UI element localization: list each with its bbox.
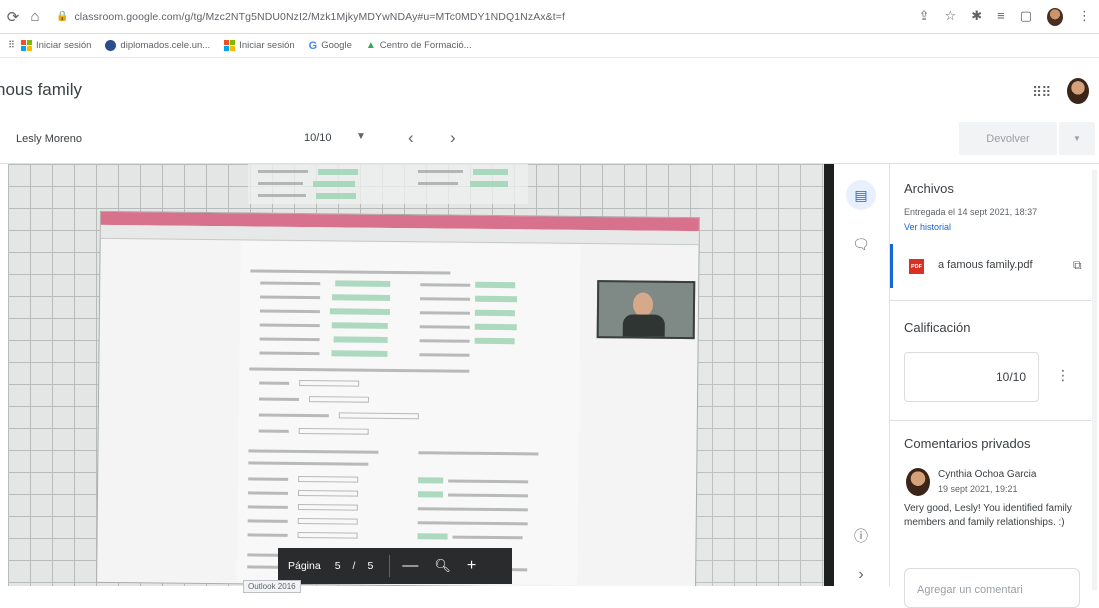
history-link[interactable]: Ver historial [904, 222, 951, 232]
bookmarks-bar: ⠿ Iniciar sesión diplomados.cele.un... I… [0, 34, 1099, 58]
attachment-name[interactable]: a famous family.pdf [938, 259, 1033, 271]
extensions-icon[interactable]: ✱ [971, 8, 982, 26]
bookmark-item[interactable]: Iniciar sesión [20, 40, 91, 51]
microsoft-icon [224, 40, 236, 51]
pdf-page-controls: Página 5 / 5 — 🔍︎ + [278, 548, 512, 584]
reading-list-icon[interactable]: ≡ [997, 8, 1005, 26]
site-icon: ▲ [365, 40, 376, 51]
url-text[interactable]: classroom.google.com/g/tg/Mzc2NTg5NDU0Nz… [74, 11, 565, 23]
site-icon [105, 40, 117, 51]
student-grade[interactable]: 10/10 [304, 132, 332, 144]
comment-text: Very good, Lesly! You identified family … [904, 503, 1072, 528]
student-name[interactable]: Lesly Moreno [16, 133, 82, 145]
share-icon[interactable]: ⇪ [919, 8, 930, 26]
comment-author: Cynthia Ochoa Garcia [938, 469, 1037, 480]
reload-icon[interactable]: ⟳ [2, 8, 24, 26]
document-photo [96, 210, 700, 586]
open-external-icon[interactable]: ⧉ [1073, 258, 1082, 273]
bookmark-item[interactable]: diplomados.cele.un... [105, 40, 210, 51]
page-title: nous family [0, 80, 82, 99]
microsoft-icon [20, 40, 32, 51]
bookmark-star-icon[interactable]: ☆ [945, 8, 957, 26]
total-pages: 5 [367, 560, 374, 572]
help-icon[interactable]: ⓘ [850, 526, 872, 546]
comments-title: Comentarios privados [904, 436, 1031, 451]
account-avatar[interactable] [1067, 78, 1089, 104]
home-icon[interactable]: ⌂ [24, 8, 46, 25]
apps-shortcut-icon[interactable]: ⠿ [8, 40, 15, 51]
profile-avatar[interactable] [1047, 8, 1063, 26]
current-page[interactable]: 5 [335, 560, 341, 572]
bookmark-item[interactable]: ▲ Centro de Formació... [366, 40, 472, 51]
submission-date: Entregada el 14 sept 2021, 18:37 [904, 207, 1038, 217]
classroom-header: nous family ⠿⠿ [0, 58, 1099, 120]
tab-search-icon[interactable]: ▢ [1020, 8, 1032, 26]
document-list-icon: ▤ [854, 186, 868, 203]
google-icon: G [308, 39, 318, 52]
collapse-panel-icon[interactable]: › [850, 566, 872, 584]
files-tab[interactable]: ▤ [846, 180, 876, 210]
pdf-icon: PDF [909, 259, 924, 274]
page-separator: / [352, 560, 356, 572]
submission-panel: Archivos Entregada el 14 sept 2021, 18:3… [890, 164, 1099, 608]
zoom-out-button[interactable]: — [402, 558, 418, 574]
grade-value: 10/10 [995, 370, 1026, 384]
zoom-in-button[interactable]: + [467, 558, 476, 574]
page-label: Página [288, 560, 321, 572]
grading-toolbar: Lesly Moreno 10/10 ▼ ‹ › Devolver ▼ [0, 118, 1099, 164]
grade-title: Calificación [904, 320, 971, 335]
side-rail: ▤ 🗨︎ ⓘ › [834, 164, 890, 586]
attachment-row[interactable]: PDF a famous family.pdf ⧉ [890, 244, 1091, 288]
return-button[interactable]: Devolver [959, 122, 1057, 155]
private-comment-input[interactable]: Agregar un comentari [904, 568, 1080, 608]
browser-url-bar: ⟳ ⌂ 🔒 classroom.google.com/g/tg/Mzc2NTg5… [0, 0, 1099, 34]
zoom-icon[interactable]: 🔍︎ [434, 558, 451, 574]
comment-time: 19 sept 2021, 19:21 [938, 484, 1018, 494]
comment-icon[interactable]: 🗨︎ [850, 236, 872, 253]
return-options-icon[interactable]: ▼ [1059, 122, 1095, 155]
next-student-icon[interactable]: › [450, 128, 456, 148]
bookmark-item[interactable]: G Google [309, 40, 352, 52]
files-title: Archivos [904, 181, 954, 196]
commenter-avatar [906, 468, 930, 496]
paper-top-strip [248, 164, 528, 204]
bookmark-item[interactable]: Iniciar sesión [224, 40, 295, 51]
tooltip: Outlook 2016 [243, 580, 301, 593]
webcam-thumbnail [596, 280, 696, 340]
google-apps-icon[interactable]: ⠿⠿ [1032, 84, 1051, 101]
panel-scrollbar[interactable] [1092, 170, 1097, 590]
grade-more-icon[interactable]: ⋮ [1056, 367, 1070, 384]
menu-icon[interactable]: ⋮ [1078, 8, 1091, 26]
student-dropdown-icon[interactable]: ▼ [356, 131, 366, 142]
document-viewer[interactable] [8, 164, 834, 586]
previous-student-icon[interactable]: ‹ [408, 128, 414, 148]
browser-actions: ⇪ ☆ ✱ ≡ ▢ ⋮ [919, 8, 1091, 26]
grade-input[interactable]: 10/10 [904, 352, 1039, 402]
lock-icon[interactable]: 🔒 [56, 11, 68, 22]
